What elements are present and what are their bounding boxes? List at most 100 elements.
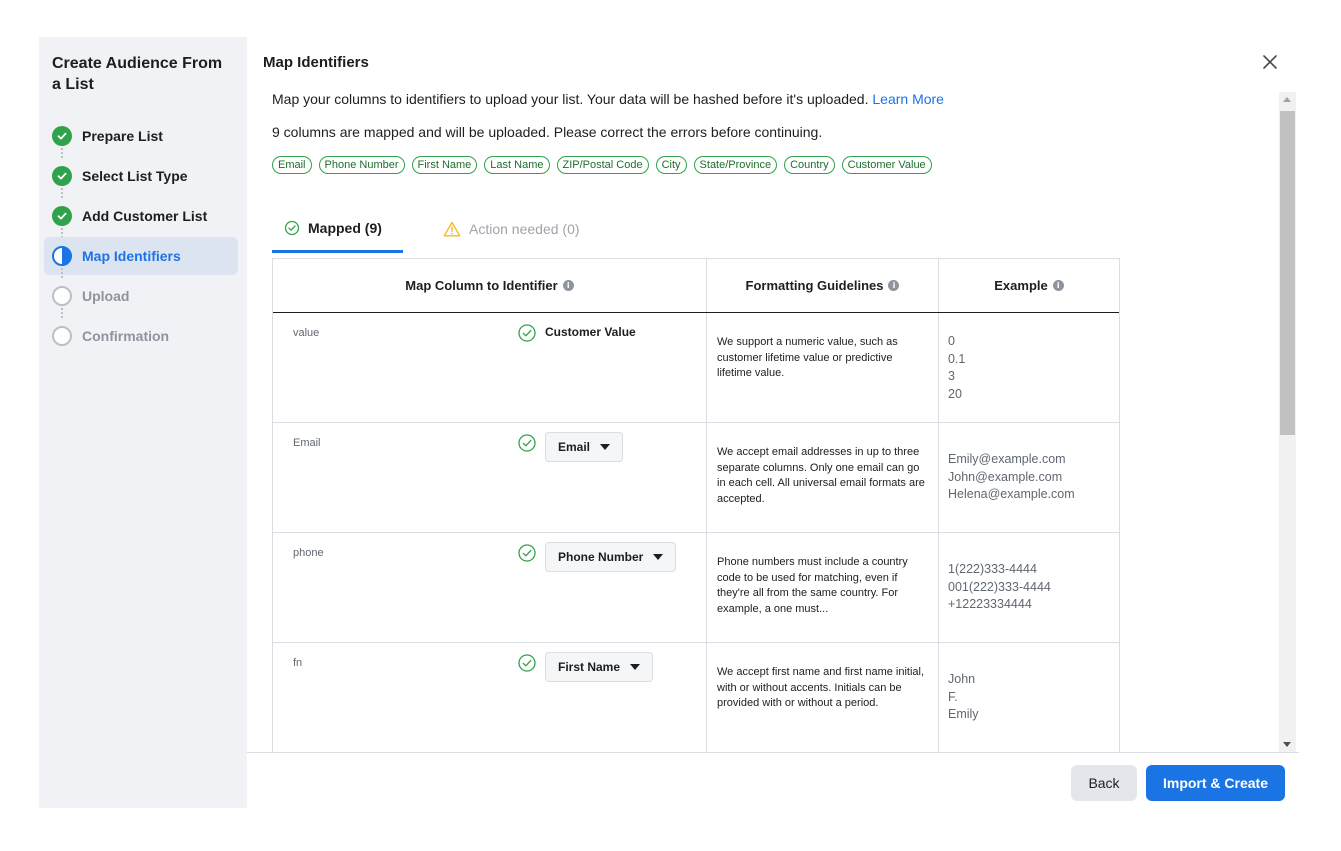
page-title: Map Identifiers	[263, 54, 369, 71]
identifier-dropdown[interactable]: Email	[545, 432, 624, 462]
caret-down-icon	[600, 444, 611, 450]
example-value: 0	[948, 334, 955, 348]
example-value: 0.1	[948, 351, 966, 366]
identifier-chip: ZIP/Postal Code	[556, 156, 649, 174]
check-circle-icon	[52, 126, 72, 146]
identifier-chip: Phone Number	[318, 156, 405, 174]
guideline-cell: We accept email addresses in up to three…	[707, 423, 939, 532]
check-circle-icon	[52, 206, 72, 226]
example-value: 001(222)333-4444	[948, 579, 1051, 594]
guideline-cell: Phone numbers must include a country cod…	[707, 533, 939, 642]
info-icon[interactable]: i	[562, 280, 574, 291]
example-value: John	[948, 672, 976, 686]
example-value: Helena@example.com	[948, 487, 1075, 501]
example-value: 3	[948, 369, 955, 383]
step-label: Select List Type	[82, 168, 188, 184]
table-row: value Customer Value We support a numeri…	[273, 313, 1119, 423]
example-cell: 1(222)333-4444 001(222)333-4444 +1222333…	[939, 533, 1119, 642]
back-button[interactable]: Back	[1071, 765, 1137, 801]
dialog-footer: Back Import & Create	[247, 752, 1299, 808]
guideline-text: We accept first name and first name init…	[717, 666, 925, 709]
guideline-cell: We accept first name and first name init…	[707, 643, 939, 752]
check-circle-outline-icon	[518, 544, 536, 562]
guideline-text: We support a numeric value, such as cust…	[717, 336, 898, 379]
identifier-chip: Customer Value	[841, 156, 932, 174]
check-circle-icon	[52, 166, 72, 186]
tab-action-needed[interactable]: Action needed (0)	[443, 205, 580, 253]
step-upload: Upload	[44, 277, 238, 318]
step-label: Upload	[82, 288, 130, 304]
identifier-selected-value: Phone Number	[558, 550, 644, 564]
step-label: Prepare List	[82, 128, 163, 144]
close-icon[interactable]	[1259, 51, 1281, 73]
content-scrollbar[interactable]	[1279, 92, 1296, 753]
table-row: fn First Name We accept first name and f…	[273, 643, 1119, 752]
step-map-identifiers: Map Identifiers	[44, 237, 238, 278]
scroll-down-arrow-icon[interactable]	[1283, 742, 1291, 747]
table-row: Email Email We accept email addresses in…	[273, 423, 1119, 533]
learn-more-link[interactable]: Learn More	[872, 91, 944, 107]
caret-down-icon	[653, 554, 664, 560]
mapped-identifier-chips: Email Phone Number First Name Last Name …	[272, 156, 932, 174]
check-circle-outline-icon	[518, 654, 536, 672]
example-list: 0 0.1 3 20	[948, 333, 965, 403]
example-value: 20	[948, 386, 962, 401]
mapping-cell: value Customer Value	[273, 313, 707, 422]
identifier-chip: Email	[272, 156, 312, 174]
table-row: phone Phone Number Phone numbers must in…	[273, 533, 1119, 643]
create-audience-dialog: Create Audience From a List Prepare List…	[39, 37, 1299, 808]
mapping-tabs: Mapped (9) Action needed (0)	[272, 205, 1120, 253]
step-add-customer-list: Add Customer List	[44, 197, 238, 238]
identifier-chip: City	[655, 156, 687, 174]
header-label: Example	[994, 278, 1048, 293]
step-label: Confirmation	[82, 328, 170, 344]
example-value: +12223334444	[948, 597, 1032, 611]
empty-circle-icon	[52, 286, 72, 306]
example-value: F.	[948, 689, 958, 704]
step-confirmation: Confirmation	[44, 317, 238, 355]
example-cell: 0 0.1 3 20	[939, 313, 1119, 422]
header-example: Example i	[939, 259, 1119, 312]
example-value: 1(222)333-4444	[948, 562, 1037, 576]
caret-down-icon	[630, 664, 641, 670]
check-circle-outline-icon	[284, 220, 300, 235]
mapping-cell: fn First Name	[273, 643, 707, 752]
guideline-text: Phone numbers must include a country cod…	[717, 556, 908, 615]
tab-mapped[interactable]: Mapped (9)	[272, 205, 403, 253]
source-column-name: fn	[293, 657, 303, 669]
example-list: Emily@example.com John@example.com Helen…	[948, 451, 1075, 504]
example-list: John F. Emily	[948, 671, 979, 724]
step-select-list-type: Select List Type	[44, 157, 238, 198]
mapping-status: 9 columns are mapped and will be uploade…	[272, 124, 823, 140]
header-map-column: Map Column to Identifier i	[273, 259, 707, 312]
empty-circle-icon	[52, 326, 72, 346]
tab-label: Mapped (9)	[308, 219, 382, 236]
example-value: Emily@example.com	[948, 452, 1066, 466]
source-column-name: Email	[293, 437, 321, 449]
import-and-create-button[interactable]: Import & Create	[1146, 765, 1285, 801]
steps-list: Prepare List Select List Type Add Custom…	[44, 117, 238, 357]
info-icon[interactable]: i	[888, 280, 900, 291]
example-list: 1(222)333-4444 001(222)333-4444 +1222333…	[948, 561, 1051, 614]
table-header: Map Column to Identifier i Formatting Gu…	[273, 259, 1119, 313]
identifier-chip: First Name	[411, 156, 478, 174]
example-value: Emily	[948, 707, 979, 721]
step-prepare-list: Prepare List	[44, 117, 238, 158]
guideline-cell: We support a numeric value, such as cust…	[707, 313, 939, 422]
step-label: Map Identifiers	[82, 248, 181, 264]
scroll-thumb[interactable]	[1280, 111, 1295, 435]
source-column-name: phone	[293, 547, 324, 559]
check-circle-outline-icon	[518, 324, 536, 342]
scroll-up-arrow-icon[interactable]	[1283, 97, 1291, 102]
tab-label: Action needed (0)	[469, 221, 580, 237]
header-label: Map Column to Identifier	[405, 278, 558, 293]
example-cell: Emily@example.com John@example.com Helen…	[939, 423, 1119, 532]
identifier-dropdown[interactable]: First Name	[545, 652, 654, 682]
identifier-selected-value: Email	[558, 440, 591, 454]
identifier-chip: State/Province	[693, 156, 778, 174]
header-formatting-guidelines: Formatting Guidelines i	[707, 259, 939, 312]
mapping-cell: Email Email	[273, 423, 707, 532]
info-icon[interactable]: i	[1052, 280, 1064, 291]
description: Map your columns to identifiers to uploa…	[272, 91, 869, 107]
identifier-dropdown[interactable]: Phone Number	[545, 542, 677, 572]
